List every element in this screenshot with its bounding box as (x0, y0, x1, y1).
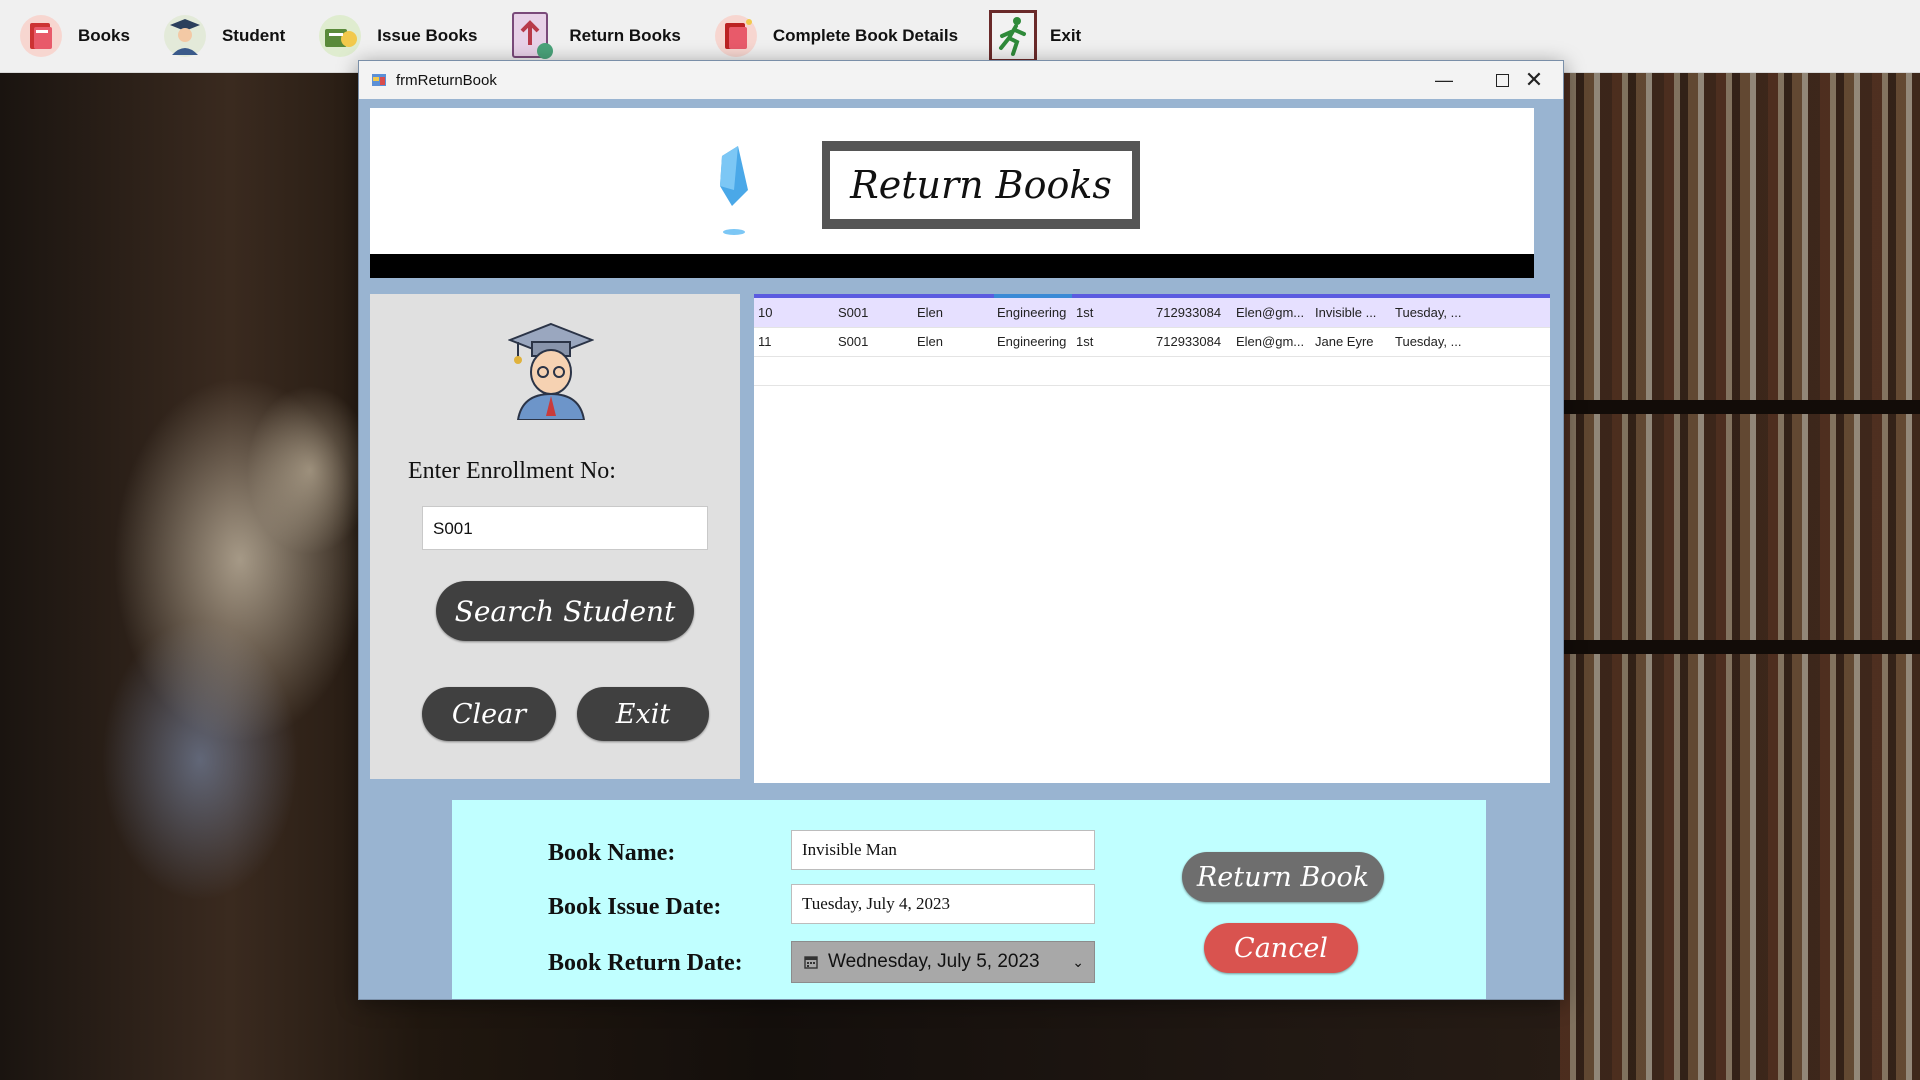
cancel-button[interactable]: Cancel (1204, 923, 1358, 973)
title-banner: Return Books (822, 141, 1140, 229)
menu-student-label: Student (221, 26, 286, 45)
issued-books-grid[interactable]: 10 S001 Elen Engineering 1st 712933084 E… (754, 294, 1550, 783)
chevron-down-icon[interactable]: ⌄ (1072, 954, 1084, 971)
table-cell: Elen (917, 334, 944, 349)
enrollment-label: Enter Enrollment No: (408, 458, 616, 484)
shelf-board (1560, 640, 1920, 654)
return-book-button[interactable]: Return Book (1182, 852, 1384, 902)
table-row[interactable]: 11 S001 Elen Engineering 1st 712933084 E… (754, 327, 1550, 357)
book-details-icon (711, 11, 761, 61)
form-app-icon (371, 72, 387, 88)
menu-issue-books-label: Issue Books (377, 26, 478, 45)
close-button[interactable]: ✕ (1505, 61, 1563, 99)
table-cell: Elen@gm... (1236, 305, 1305, 320)
menu-exit-label: Exit (1050, 26, 1082, 45)
book-return-date-picker[interactable]: Wednesday, July 5, 2023 ⌄ (791, 941, 1095, 983)
table-cell: S001 (838, 334, 869, 349)
table-cell: Engineering (997, 305, 1067, 320)
table-cell: 712933084 (1156, 334, 1222, 349)
book-issue-date-field[interactable]: Tuesday, July 4, 2023 (791, 884, 1095, 924)
background-bookshelf (1560, 70, 1920, 1080)
window-title: frmReturnBook (396, 71, 497, 89)
book-name-field[interactable]: Invisible Man (791, 830, 1095, 870)
table-cell: Jane Eyre (1315, 334, 1374, 349)
book-name-label: Book Name: (548, 840, 676, 866)
table-cell: 10 (758, 305, 773, 320)
book-return-date-label: Book Return Date: (548, 950, 743, 976)
shelf-board (1560, 400, 1920, 414)
return-date-value: Wednesday, July 5, 2023 (828, 951, 1040, 972)
menu-return-books-label: Return Books (569, 26, 681, 45)
exit-button[interactable]: Exit (577, 687, 709, 741)
table-cell: 1st (1076, 334, 1094, 349)
clear-button[interactable]: Clear (422, 687, 556, 741)
table-cell: 1st (1076, 305, 1094, 320)
banner-title: Return Books (830, 151, 1132, 219)
book-issue-date-label: Book Issue Date: (548, 894, 722, 920)
minimize-icon: — (1435, 69, 1453, 90)
table-cell: Elen (917, 305, 944, 320)
table-cell: Invisible ... (1315, 305, 1377, 320)
menu-student[interactable]: Student (144, 0, 299, 72)
student-search-panel: Enter Enrollment No: S001 Search Student… (370, 294, 740, 779)
window-titlebar: frmReturnBook — ✕ (359, 61, 1563, 99)
menu-books[interactable]: Books (0, 0, 144, 72)
table-row-empty[interactable] (754, 356, 1550, 386)
search-student-button[interactable]: Search Student (436, 581, 694, 641)
books-icon (16, 11, 66, 61)
exit-running-icon (988, 10, 1038, 62)
menu-books-label: Books (78, 26, 130, 45)
table-cell: Tuesday, ... (1395, 305, 1462, 320)
table-cell: Tuesday, ... (1395, 334, 1462, 349)
minimize-button[interactable]: — (1415, 61, 1473, 99)
return-details-panel: Book Name: Invisible Man Book Issue Date… (452, 800, 1486, 999)
close-icon: ✕ (1524, 67, 1544, 92)
table-cell: 712933084 (1156, 305, 1222, 320)
return-book-window: frmReturnBook — ✕ Return Books Enter Enr… (358, 60, 1564, 1000)
enrollment-input[interactable]: S001 (422, 506, 708, 550)
header-panel: Return Books (370, 108, 1534, 254)
calendar-icon (804, 955, 818, 969)
student-icon (160, 11, 210, 61)
graduate-student-icon (507, 320, 595, 425)
table-cell: Engineering (997, 334, 1067, 349)
return-books-icon (507, 11, 557, 61)
pen-logo-icon (714, 146, 754, 247)
menu-complete-book-details-label: Complete Book Details (772, 26, 959, 45)
issue-books-icon (315, 11, 365, 61)
header-divider (370, 254, 1534, 278)
table-row[interactable]: 10 S001 Elen Engineering 1st 712933084 E… (754, 298, 1550, 328)
table-cell: 11 (758, 334, 772, 349)
table-cell: Elen@gm... (1236, 334, 1305, 349)
table-cell: S001 (838, 305, 869, 320)
